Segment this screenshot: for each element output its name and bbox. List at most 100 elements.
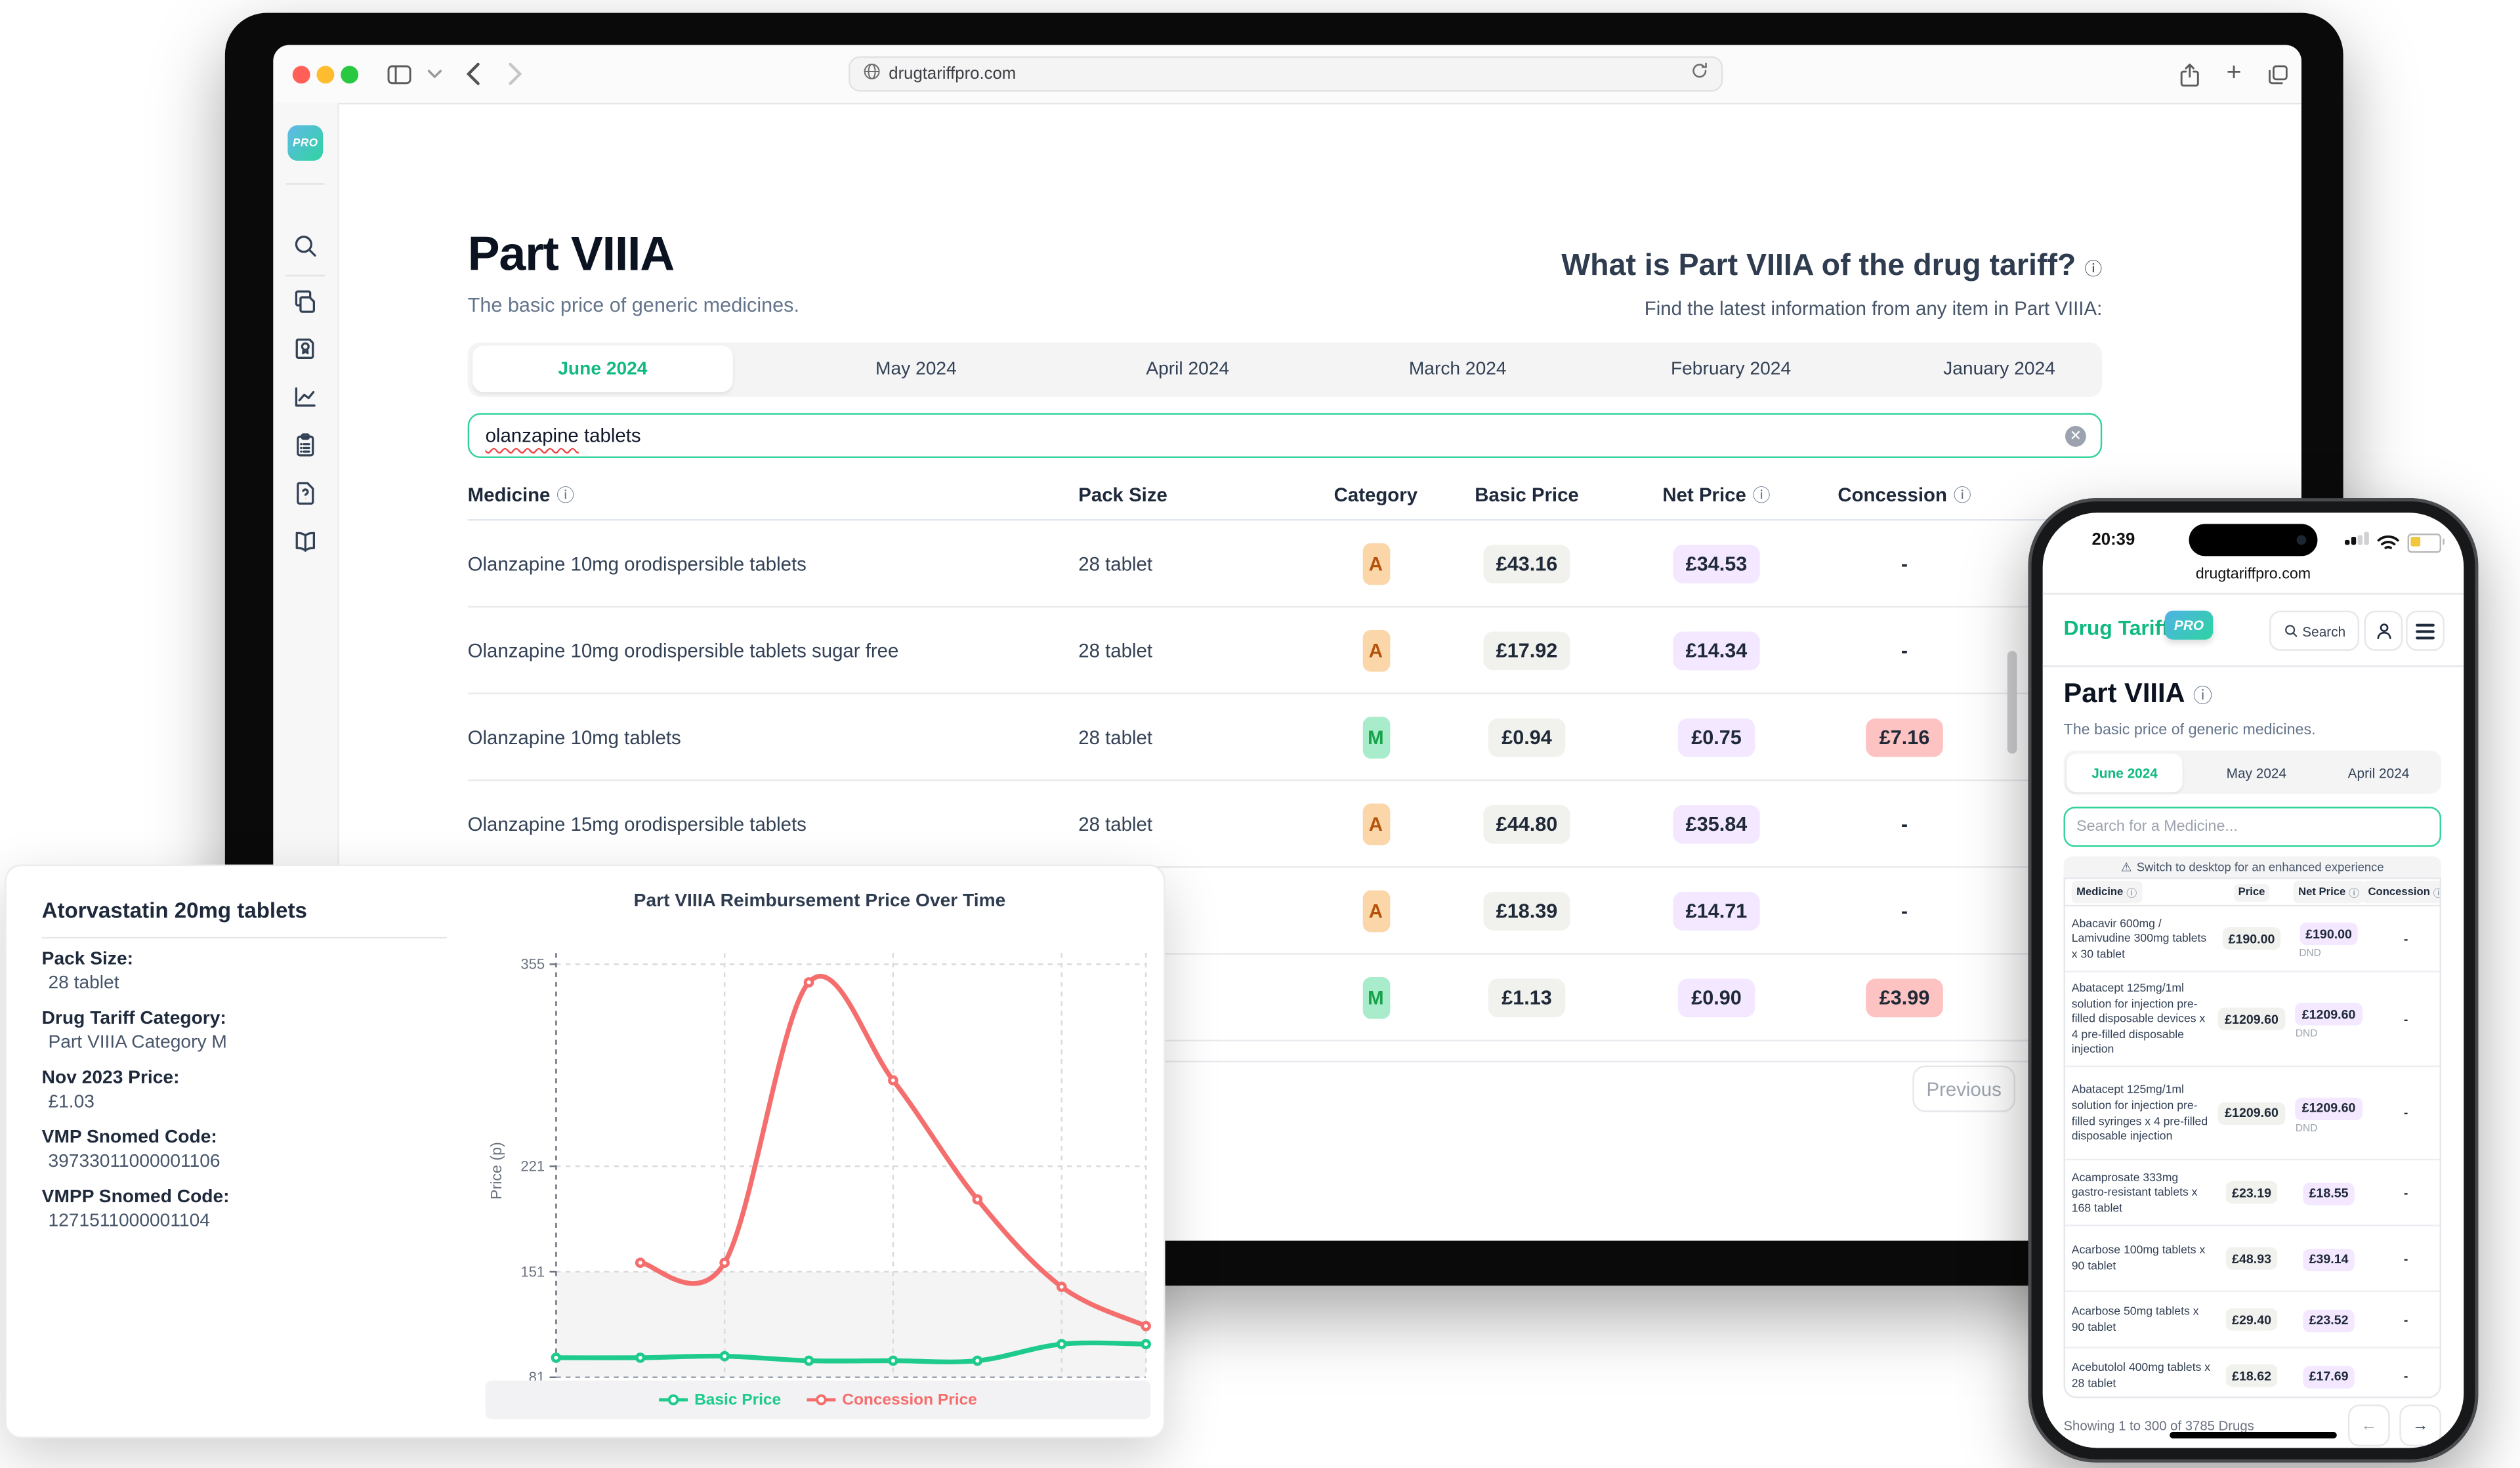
certificate-icon[interactable] (293, 336, 318, 362)
search-button[interactable]: Search (2269, 611, 2359, 651)
account-button[interactable] (2364, 611, 2403, 651)
phone-table-row[interactable]: Acarbose 50mg tablets x 90 tablet £29.40… (2065, 1292, 2440, 1349)
clear-search-icon[interactable]: ✕ (2065, 425, 2086, 446)
pro-logo[interactable]: PRO (287, 125, 323, 161)
search-text-misspelled: olanzapine (486, 425, 579, 447)
phone-table-row[interactable]: Acamprosate 333mg gastro-resistant table… (2065, 1160, 2440, 1226)
new-tab-icon[interactable]: + (2218, 58, 2250, 90)
medicine-search-input[interactable]: olanzapine tablets ✕ (468, 413, 2103, 458)
col-basic-price: Basic Price (1416, 484, 1638, 506)
concession-value: - (2404, 1368, 2408, 1383)
clipboard-list-icon[interactable] (293, 432, 318, 458)
results-count: Showing 1 to 300 of 3785 Drugs (2063, 1417, 2254, 1433)
signal-icon (2345, 532, 2368, 545)
phone-table-row[interactable]: Acebutolol 400mg tablets x 28 tablet £18… (2065, 1349, 2440, 1398)
brand-logo[interactable]: Drug Tariff (2063, 616, 2168, 640)
info-icon[interactable]: ⓘ (1753, 482, 1771, 508)
table-row[interactable]: Olanzapine 10mg orodispersible tablets 2… (468, 520, 2103, 607)
battery-icon (2408, 534, 2441, 552)
field-category: Drug Tariff Category: Part VIIIA Categor… (42, 1009, 460, 1053)
basic-price-badge: £18.39 (1483, 891, 1570, 930)
phone-table-row[interactable]: Abatacept 125mg/1ml solution for injecti… (2065, 973, 2440, 1067)
info-icon[interactable]: ⓘ (556, 482, 574, 508)
tab-january-2024[interactable]: January 2024 (1895, 343, 2103, 397)
price-badge: £29.40 (2225, 1308, 2278, 1330)
col-medicine[interactable]: Medicineⓘ (468, 482, 1079, 508)
basic-price-badge: £0.94 (1489, 717, 1565, 756)
net-price-badge: £39.14 (2303, 1248, 2355, 1270)
svg-text:221: 221 (520, 1158, 545, 1175)
home-indicator[interactable] (2170, 1432, 2337, 1438)
legend-basic-price: Basic Price (659, 1391, 781, 1409)
zoom-window-button[interactable] (341, 65, 358, 83)
concession-value: - (1901, 552, 1908, 574)
tab-overview-icon[interactable] (2261, 58, 2294, 90)
help-file-icon[interactable] (293, 480, 318, 506)
person-icon (2373, 620, 2394, 641)
wifi-icon (2377, 530, 2399, 559)
tab-april-2024[interactable]: April 2024 (2320, 751, 2436, 794)
table-row[interactable]: Olanzapine 15mg orodispersible tablets 2… (468, 781, 2103, 868)
concession-value: - (2404, 931, 2408, 946)
phone-screen: 20:39 drugtariffpro.com Drug Tariff PRO … (2043, 513, 2464, 1448)
category-badge: A (1362, 803, 1390, 845)
tab-june-2024[interactable]: June 2024 (2067, 753, 2182, 791)
info-icon[interactable]: ⓘ (2084, 261, 2102, 280)
menu-button[interactable] (2406, 611, 2445, 651)
medicine-name: Olanzapine 10mg orodispersible tablets (468, 552, 1079, 574)
chevron-down-icon[interactable] (418, 58, 450, 90)
net-price-badge: £34.53 (1673, 544, 1760, 583)
tab-march-2024[interactable]: March 2024 (1353, 343, 1562, 397)
tab-april-2024[interactable]: April 2024 (1083, 343, 1292, 397)
table-row[interactable]: Olanzapine 10mg orodispersible tablets s… (468, 608, 2103, 694)
desktop-switch-banner: ⚠Switch to desktop for an enhanced exper… (2063, 856, 2441, 877)
col-concession: Concessionⓘ (2363, 881, 2441, 903)
tab-february-2024[interactable]: February 2024 (1623, 343, 1838, 397)
phone-table-row[interactable]: Acarbose 100mg tablets x 90 tablet £48.9… (2065, 1227, 2440, 1292)
warning-icon: ⚠ (2121, 860, 2132, 874)
next-page-button[interactable]: → (2399, 1404, 2441, 1446)
info-icon[interactable]: ⓘ (2193, 681, 2212, 708)
prev-page-button[interactable]: ← (2348, 1404, 2390, 1446)
phone-mockup: 20:39 drugtariffpro.com Drug Tariff PRO … (2028, 498, 2479, 1462)
tab-may-2024[interactable]: May 2024 (812, 343, 1020, 397)
sidebar-divider (286, 183, 325, 184)
back-button[interactable] (457, 58, 489, 90)
forward-button[interactable] (498, 58, 530, 90)
price-badge: £48.93 (2225, 1247, 2278, 1269)
minimize-window-button[interactable] (316, 65, 334, 83)
pro-badge: PRO (2165, 611, 2213, 640)
concession-value: - (1901, 899, 1908, 921)
concession-value: - (2404, 1012, 2408, 1026)
sidebar-toggle-icon[interactable] (383, 58, 415, 90)
search-icon[interactable] (293, 233, 318, 259)
url-bar[interactable]: drugtariffpro.com (849, 56, 1723, 92)
divider (2043, 665, 2464, 667)
medicine-name: Olanzapine 10mg orodispersible tablets s… (468, 639, 1079, 661)
status-time: 20:39 (2078, 530, 2149, 549)
phone-url[interactable]: drugtariffpro.com (2043, 566, 2464, 583)
tab-may-2024[interactable]: May 2024 (2202, 751, 2311, 794)
phone-table-row[interactable]: Abacavir 600mg / Lamivudine 300mg tablet… (2065, 906, 2440, 972)
chart-title: Part VIIIA Reimbursement Price Over Time (482, 892, 1158, 911)
tab-june-2024[interactable]: June 2024 (472, 346, 733, 392)
table-row[interactable]: Olanzapine 10mg tablets 28 tablet M £0.9… (468, 694, 2103, 781)
basic-price-badge: £44.80 (1483, 805, 1570, 843)
col-concession[interactable]: Concessionⓘ (1796, 482, 2014, 508)
close-window-button[interactable] (293, 65, 310, 83)
page-scrollbar[interactable] (2007, 651, 2017, 754)
info-icon[interactable]: ⓘ (1954, 482, 1971, 508)
documents-icon[interactable] (293, 287, 318, 313)
previous-page-button[interactable]: Previous (1912, 1066, 2015, 1112)
share-icon[interactable] (2173, 58, 2205, 90)
concession-value: - (2404, 1251, 2408, 1266)
phone-table-row[interactable]: Abatacept 125mg/1ml solution for injecti… (2065, 1067, 2440, 1160)
category-badge: M (1362, 976, 1390, 1018)
concession-value: £7.16 (1866, 717, 1942, 756)
area-chart-icon[interactable] (293, 384, 318, 409)
col-net-price[interactable]: Net Priceⓘ (1638, 482, 1796, 508)
phone-medicine-search-input[interactable]: Search for a Medicine... (2063, 807, 2441, 847)
reload-icon[interactable] (1690, 60, 1708, 89)
book-icon[interactable] (293, 529, 318, 555)
pack-size: 28 tablet (1078, 726, 1335, 748)
